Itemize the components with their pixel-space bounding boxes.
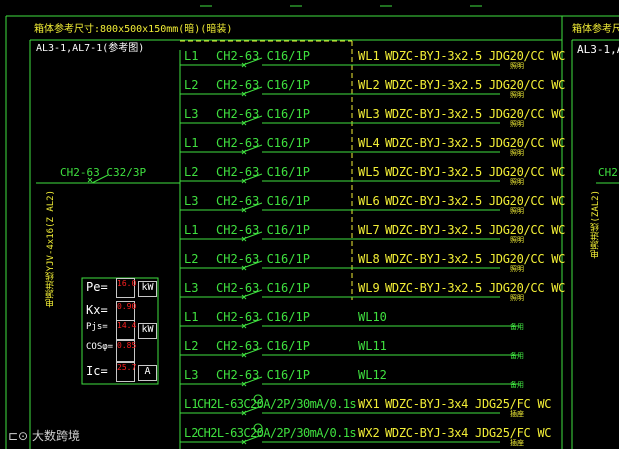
main-breaker-label-right: CH2- — [598, 166, 619, 179]
circuit-use: 照明 — [510, 207, 524, 215]
circuit-breaker: CH2-63 C16/1P — [216, 310, 310, 324]
circuit-id: WL11 — [358, 339, 387, 353]
circuit-use: 照明 — [510, 120, 524, 128]
circuit-cable: WDZC-BYJ-3x2.5 JDG20/CC WC — [385, 136, 566, 150]
circuit-breaker: CH2-63 C16/1P — [216, 281, 310, 295]
circuit-breaker: CH2-63 C16/1P — [216, 107, 310, 121]
circuit-use: 插座 — [510, 410, 524, 418]
circuit-phase: L3 — [184, 368, 199, 382]
param-value: 0.90 — [116, 301, 136, 321]
circuit-cable: WDZC-BYJ-3x4 JDG25/FC WC — [385, 426, 552, 440]
circuit-phase: L1 — [184, 223, 199, 237]
circuit-cable: WDZC-BYJ-3x2.5 JDG20/CC WC — [385, 107, 566, 121]
param-label: Ic= — [86, 364, 108, 378]
circuit-phase: L2 — [184, 252, 199, 266]
circuit-use: 照明 — [510, 265, 524, 273]
circuit-id: WL7 — [358, 223, 380, 237]
circuit-use: 照明 — [510, 149, 524, 157]
circuit-phase: L2 — [184, 339, 199, 353]
param-unit: kW — [138, 281, 157, 297]
circuit-phase: L2 — [184, 78, 199, 92]
circuit-breaker: CH2-63 C16/1P — [216, 165, 310, 179]
param-value: 25.7 — [116, 362, 136, 382]
circuit-cable: WDZC-BYJ-3x2.5 JDG20/CC WC — [385, 165, 566, 179]
circuit-use: 照明 — [510, 91, 524, 99]
circuit-cable: WDZC-BYJ-3x2.5 JDG20/CC WC — [385, 252, 566, 266]
circuit-phase: L1 — [184, 49, 199, 63]
circuit-use: 照明 — [510, 294, 524, 302]
param-unit: kW — [138, 323, 157, 339]
circuit-breaker: CH2-63 C16/1P — [216, 136, 310, 150]
circuit-cable: WDZC-BYJ-3x4 JDG25/FC WC — [385, 397, 552, 411]
param-value: 16.0 — [116, 278, 136, 298]
circuit-id: WX1 — [358, 397, 380, 411]
circuit-phase: L3 — [184, 194, 199, 208]
incoming-feeder-label: 电源进线YJV-4x16(Z AL2) — [46, 190, 56, 308]
box-label-right: AL3-1,AL — [577, 43, 619, 56]
circuit-phase: L1 — [184, 136, 199, 150]
circuit-use: 备用 — [510, 352, 524, 360]
param-label: Pjs= — [86, 322, 108, 332]
circuit-breaker: CH2-63 C16/1P — [216, 194, 310, 208]
circuit-id: WL5 — [358, 165, 380, 179]
incoming-feeder-label-right: 电源进线(ZAL2) — [591, 190, 601, 259]
circuit-breaker: CH2-63 C16/1P — [216, 223, 310, 237]
param-unit: A — [138, 365, 157, 381]
circuit-use: 备用 — [510, 381, 524, 389]
circuit-breaker: CH2-63 C16/1P — [216, 78, 310, 92]
circuit-cable: WDZC-BYJ-3x2.5 JDG20/CC WC — [385, 78, 566, 92]
circuit-phase: L1 — [184, 310, 199, 324]
circuit-id: WL1 — [358, 49, 380, 63]
circuit-cable: WDZC-BYJ-3x2.5 JDG20/CC WC — [385, 281, 566, 295]
logo-icon: ⊏⊙ — [8, 429, 32, 443]
param-label: Kx= — [86, 303, 108, 317]
circuit-cable: WDZC-BYJ-3x2.5 JDG20/CC WC — [385, 194, 566, 208]
circuit-use: 照明 — [510, 62, 524, 70]
circuit-id: WL3 — [358, 107, 380, 121]
circuit-id: WL2 — [358, 78, 380, 92]
circuit-cable: WDZC-BYJ-3x2.5 JDG20/CC WC — [385, 223, 566, 237]
circuit-id: WL10 — [358, 310, 387, 324]
circuit-id: WX2 — [358, 426, 380, 440]
circuit-use: 备用 — [510, 323, 524, 331]
circuit-breaker: CH2L-63C20A/2P/30mA/0.1s — [197, 397, 357, 411]
title-right: 箱体参考尺寸 — [572, 24, 619, 35]
circuit-breaker: CH2L-63C20A/2P/30mA/0.1s — [197, 426, 357, 440]
circuit-breaker: CH2-63 C16/1P — [216, 252, 310, 266]
circuit-phase: L3 — [184, 107, 199, 121]
circuit-use: 照明 — [510, 236, 524, 244]
circuit-breaker: CH2-63 C16/1P — [216, 49, 310, 63]
circuit-cable: WDZC-BYJ-3x2.5 JDG20/CC WC — [385, 49, 566, 63]
title-left: 箱体参考尺寸:800x500x150mm(暗)(暗装) — [34, 24, 233, 35]
circuit-id: WL4 — [358, 136, 380, 150]
circuit-use: 照明 — [510, 178, 524, 186]
circuit-phase: L3 — [184, 281, 199, 295]
param-value: 0.85 — [116, 340, 136, 362]
circuit-id: WL12 — [358, 368, 387, 382]
circuit-use: 插座 — [510, 439, 524, 447]
param-label: Pe= — [86, 280, 108, 294]
param-label: COSφ= — [86, 342, 114, 352]
circuit-phase: L2 — [184, 165, 199, 179]
watermark: ⊏⊙ 大数跨境 — [8, 429, 80, 443]
box-label-left: AL3-1,AL7-1(参考图) — [36, 43, 145, 54]
circuit-id: WL6 — [358, 194, 380, 208]
circuit-id: WL8 — [358, 252, 380, 266]
circuit-breaker: CH2-63 C16/1P — [216, 368, 310, 382]
circuit-id: WL9 — [358, 281, 380, 295]
circuit-breaker: CH2-63 C16/1P — [216, 339, 310, 353]
param-value: 14.4 — [116, 320, 136, 340]
main-breaker-label: CH2-63 C32/3P — [60, 166, 147, 179]
